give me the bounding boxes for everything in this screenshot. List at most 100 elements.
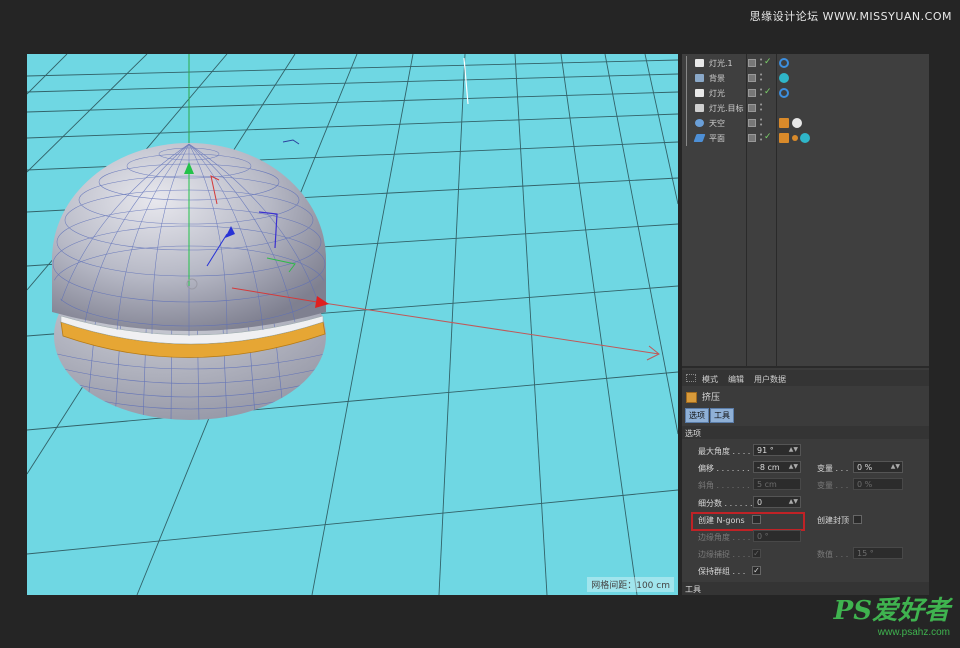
render-dots-icon[interactable]: • • bbox=[759, 102, 763, 114]
enabled-check-icon[interactable]: ✓ bbox=[764, 87, 772, 97]
enabled-check-icon[interactable]: ✓ bbox=[764, 57, 772, 67]
create-caps-checkbox[interactable] bbox=[853, 515, 862, 524]
max-angle-field[interactable]: 91 ° ▲▼ bbox=[753, 444, 801, 456]
variance-field[interactable]: 0 % ▲▼ bbox=[853, 461, 903, 473]
edge-angle-field: 0 ° bbox=[753, 530, 801, 542]
material-ball-icon[interactable] bbox=[800, 133, 810, 143]
x-axis-line bbox=[316, 301, 660, 355]
tree-line bbox=[686, 71, 694, 86]
app-window: 思缘设计论坛 WWW.MISSYUAN.COM 网格间距：100 cm 灯光.1… bbox=[0, 0, 960, 648]
offset-value: -8 cm bbox=[757, 463, 780, 472]
keep-groups-label: 保持群组 . . . bbox=[698, 567, 746, 576]
watermark-top: 思缘设计论坛 WWW.MISSYUAN.COM bbox=[749, 10, 952, 23]
edge-snap-label: 边缘捕捉 . . . . bbox=[698, 550, 751, 559]
stepper-icon[interactable]: ▲▼ bbox=[789, 446, 798, 453]
plane-icon bbox=[693, 134, 706, 142]
attribute-menubar: 模式 编辑 用户数据 bbox=[682, 370, 929, 386]
visibility-toggle-icon[interactable] bbox=[748, 89, 756, 97]
attribute-manager: 模式 编辑 用户数据 挤压 选项 工具 选项 最大角度 . . . . 91 ° ▲… bbox=[682, 366, 929, 595]
stepper-icon[interactable]: ▲▼ bbox=[789, 463, 798, 470]
compositing-tag-icon[interactable] bbox=[779, 133, 789, 143]
visibility-toggle-icon[interactable] bbox=[748, 74, 756, 82]
menu-mode[interactable]: 模式 bbox=[702, 374, 718, 385]
visibility-toggle-icon[interactable] bbox=[748, 104, 756, 112]
value-label: 数值 . . . bbox=[817, 550, 849, 559]
phong-tag-icon[interactable] bbox=[792, 135, 798, 141]
variance2-field: 0 % bbox=[853, 478, 903, 490]
visibility-toggle-icon[interactable] bbox=[748, 119, 756, 127]
offset-field[interactable]: -8 cm ▲▼ bbox=[753, 461, 801, 473]
object-name: 灯光.1 bbox=[709, 59, 733, 68]
menu-edit[interactable]: 编辑 bbox=[728, 374, 744, 385]
menu-user-data[interactable]: 用户数据 bbox=[754, 374, 786, 385]
watermark-url: www.psahz.com bbox=[877, 627, 950, 638]
compositing-tag-icon[interactable] bbox=[779, 118, 789, 128]
null-icon bbox=[695, 104, 704, 112]
object-row-sky[interactable]: 天空 • • bbox=[682, 116, 929, 131]
attribute-tabs: 选项 工具 bbox=[685, 408, 735, 423]
target-tag-icon[interactable] bbox=[779, 58, 789, 68]
variance2-label: 变量 . . . bbox=[817, 481, 849, 490]
watermark-logo: PS爱好者 bbox=[833, 596, 950, 626]
stepper-icon[interactable]: ▲▼ bbox=[891, 463, 900, 470]
background-icon bbox=[695, 74, 704, 82]
create-ngons-checkbox[interactable] bbox=[752, 515, 761, 524]
render-dots-icon[interactable]: • • bbox=[759, 117, 763, 129]
object-name: 灯光 bbox=[709, 89, 725, 98]
sky-tag-icon[interactable] bbox=[792, 118, 802, 128]
tool-name: 挤压 bbox=[702, 393, 721, 403]
tree-line bbox=[686, 101, 694, 116]
edge-snap-checkbox: ✓ bbox=[752, 549, 761, 558]
visibility-toggle-icon[interactable] bbox=[748, 59, 756, 67]
extrude-tool-icon bbox=[686, 392, 697, 403]
object-row-plane[interactable]: 平面 • • ✓ bbox=[682, 131, 929, 146]
create-ngons-label: 创建 N-gons bbox=[698, 516, 745, 525]
object-name: 天空 bbox=[709, 119, 725, 128]
render-dots-icon[interactable]: • • bbox=[759, 87, 763, 99]
tree-line bbox=[686, 56, 694, 71]
render-dots-icon[interactable]: • • bbox=[759, 72, 763, 84]
subdivision-value: 0 bbox=[757, 498, 763, 507]
tree-line bbox=[686, 116, 694, 131]
variance2-value: 0 % bbox=[857, 480, 873, 489]
max-angle-label: 最大角度 . . . . bbox=[698, 447, 751, 456]
bevel-field: 5 cm bbox=[753, 478, 801, 490]
tree-line bbox=[686, 86, 694, 101]
light-icon bbox=[695, 89, 704, 97]
subdivision-label: 细分数 . . . . . . bbox=[698, 499, 753, 508]
3d-viewport[interactable]: 网格间距：100 cm bbox=[27, 54, 678, 595]
offset-label: 偏移 . . . . . . . bbox=[698, 464, 750, 473]
tab-tool[interactable]: 工具 bbox=[710, 408, 734, 423]
grid-spacing-readout: 网格间距：100 cm bbox=[587, 577, 674, 592]
object-name: 平面 bbox=[709, 134, 725, 143]
object-name: 背景 bbox=[709, 74, 725, 83]
render-dots-icon[interactable]: • • bbox=[759, 132, 763, 144]
value-field: 15 ° bbox=[853, 547, 903, 559]
target-tag-icon[interactable] bbox=[779, 88, 789, 98]
right-panel: 灯光.1 • • ✓ 背景 • • 灯光 • • ✓ 灯光.目标 • • 天空 … bbox=[682, 54, 929, 595]
object-row-light[interactable]: 灯光 • • ✓ bbox=[682, 86, 929, 101]
keep-groups-checkbox[interactable]: ✓ bbox=[752, 566, 761, 575]
grip-icon[interactable] bbox=[686, 374, 696, 382]
viewport-scene bbox=[27, 54, 678, 595]
render-dots-icon[interactable]: • • bbox=[759, 57, 763, 69]
object-row-light-target[interactable]: 灯光.目标 • • bbox=[682, 101, 929, 116]
tree-line bbox=[686, 131, 694, 146]
max-angle-value: 91 ° bbox=[757, 446, 774, 455]
edge-angle-label: 边缘角度 . . . . bbox=[698, 533, 751, 542]
section-options: 选项 bbox=[682, 426, 929, 439]
tool-title: 挤压 bbox=[686, 390, 720, 403]
bevel-value: 5 cm bbox=[757, 480, 777, 489]
edge-angle-value: 0 ° bbox=[757, 532, 769, 541]
subdivision-field[interactable]: 0 ▲▼ bbox=[753, 496, 801, 508]
light-icon bbox=[695, 59, 704, 67]
variance-value: 0 % bbox=[857, 463, 873, 472]
object-row-light1[interactable]: 灯光.1 • • ✓ bbox=[682, 56, 929, 71]
object-manager: 灯光.1 • • ✓ 背景 • • 灯光 • • ✓ 灯光.目标 • • 天空 … bbox=[682, 54, 929, 366]
stepper-icon[interactable]: ▲▼ bbox=[789, 498, 798, 505]
material-ball-icon[interactable] bbox=[779, 73, 789, 83]
tab-options[interactable]: 选项 bbox=[685, 408, 709, 423]
visibility-toggle-icon[interactable] bbox=[748, 134, 756, 142]
enabled-check-icon[interactable]: ✓ bbox=[764, 132, 772, 142]
object-row-background[interactable]: 背景 • • bbox=[682, 71, 929, 86]
